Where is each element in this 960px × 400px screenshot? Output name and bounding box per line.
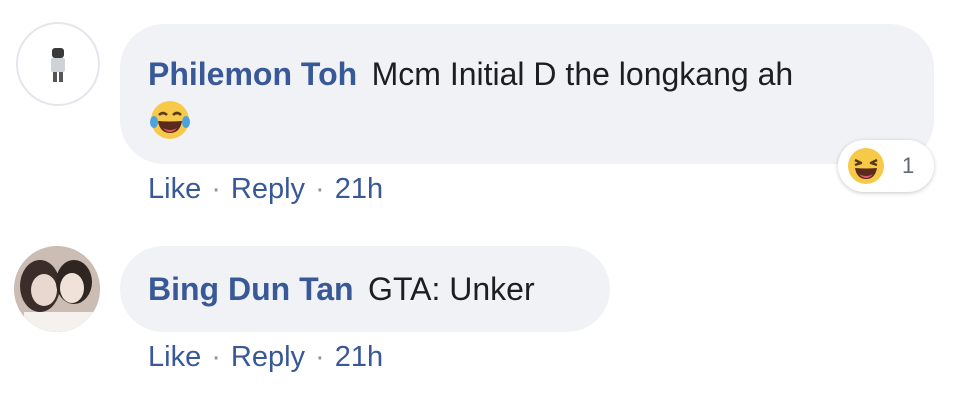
comment-thread: Philemon Toh Mcm Initial D the longkang …: [0, 0, 960, 400]
comment-text: GTA: Unker: [368, 271, 535, 307]
reply-link[interactable]: Reply: [231, 173, 305, 205]
timestamp-link[interactable]: 21h: [335, 173, 383, 205]
comment-bing-dun-tan: Bing Dun Tan GTA: Unker Like · Reply · 21h: [0, 220, 960, 400]
reply-link[interactable]: Reply: [231, 341, 305, 373]
avatar-figure-icon: [51, 48, 65, 82]
haha-reaction-icon: [848, 148, 884, 184]
separator-dot: ·: [211, 173, 221, 205]
like-link[interactable]: Like: [148, 341, 201, 373]
comment-actions: Like · Reply · 21h: [148, 173, 383, 206]
separator-dot: ·: [211, 341, 221, 373]
reaction-summary[interactable]: 1: [838, 140, 934, 192]
reaction-count: 1: [902, 153, 915, 178]
comment-text: Mcm Initial D the longkang ah: [371, 56, 794, 92]
comment-author[interactable]: Bing Dun Tan: [148, 271, 354, 307]
laughing-tears-emoji-icon: [150, 101, 190, 139]
comment-bubble: Philemon Toh Mcm Initial D the longkang …: [120, 24, 934, 164]
comment-bubble: Bing Dun Tan GTA: Unker: [120, 246, 610, 332]
timestamp-link[interactable]: 21h: [335, 341, 383, 373]
separator-dot: ·: [315, 341, 325, 373]
avatar[interactable]: [16, 22, 100, 106]
avatar[interactable]: [14, 246, 100, 332]
comment-philemon-toh: Philemon Toh Mcm Initial D the longkang …: [0, 0, 960, 220]
comment-author[interactable]: Philemon Toh: [148, 56, 357, 92]
avatar-photo-icon: [14, 246, 100, 332]
separator-dot: ·: [315, 173, 325, 205]
like-link[interactable]: Like: [148, 173, 201, 205]
comment-actions: Like · Reply · 21h: [148, 341, 383, 374]
